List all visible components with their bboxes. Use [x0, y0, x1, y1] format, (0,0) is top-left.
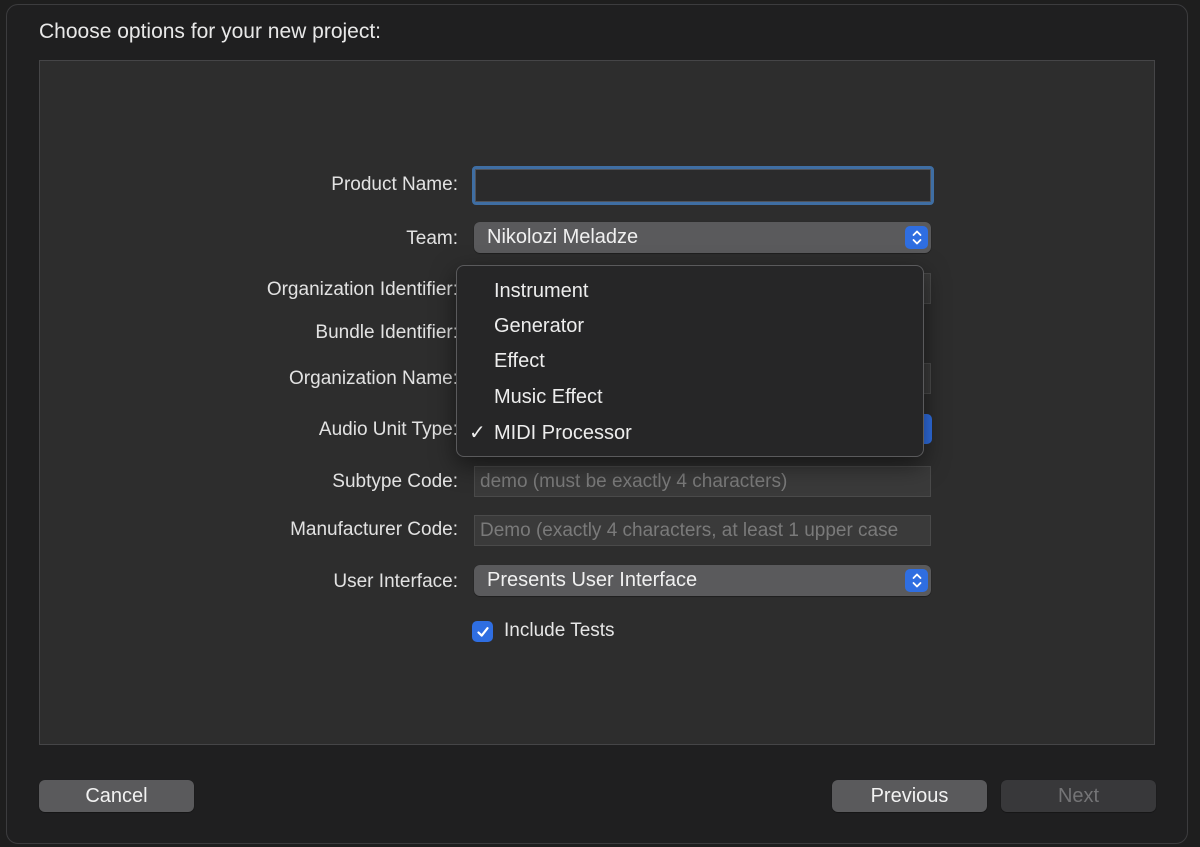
manufacturer-code-field[interactable]: Demo (exactly 4 characters, at least 1 u… [474, 515, 931, 546]
menu-item-label: Instrument [494, 280, 589, 302]
include-tests-label: Include Tests [504, 620, 615, 641]
team-value: Nikolozi Meladze [487, 226, 639, 248]
menu-item-instrument[interactable]: Instrument [457, 274, 923, 309]
audio-unit-type-label: Audio Unit Type: [318, 419, 458, 440]
menu-item-label: MIDI Processor [494, 422, 632, 444]
user-interface-value: Presents User Interface [487, 569, 698, 591]
organization-name-label: Organization Name: [289, 368, 458, 389]
user-interface-label: User Interface: [333, 571, 458, 592]
menu-item-generator[interactable]: Generator [457, 309, 923, 344]
menu-item-midi-processor[interactable]: ✓ MIDI Processor [457, 416, 923, 451]
checkmark-icon: ✓ [469, 422, 486, 444]
audio-unit-type-popup[interactable] [924, 414, 932, 444]
menu-item-label: Effect [494, 350, 545, 372]
user-interface-popup[interactable]: Presents User Interface [474, 565, 931, 596]
menu-item-music-effect[interactable]: Music Effect [457, 380, 923, 415]
menu-item-label: Music Effect [494, 386, 603, 408]
team-popup[interactable]: Nikolozi Meladze [474, 222, 931, 253]
manufacturer-code-label: Manufacturer Code: [290, 519, 458, 540]
organization-name-field[interactable] [924, 363, 931, 394]
subtype-code-field[interactable]: demo (must be exactly 4 characters) [474, 466, 931, 497]
checkmark-icon [476, 626, 489, 637]
product-name-label: Product Name: [331, 174, 458, 195]
up-down-chevron-icon [905, 226, 928, 249]
menu-item-effect[interactable]: Effect [457, 344, 923, 379]
product-name-field[interactable] [472, 166, 934, 205]
up-down-chevron-icon [905, 569, 928, 592]
cancel-button[interactable]: Cancel [39, 780, 194, 812]
menu-item-label: Generator [494, 315, 585, 337]
bundle-identifier-label: Bundle Identifier: [315, 322, 458, 343]
organization-identifier-field[interactable] [924, 273, 931, 304]
next-button[interactable]: Next [1001, 780, 1156, 812]
previous-button[interactable]: Previous [832, 780, 987, 812]
dialog-title: Choose options for your new project: [39, 20, 382, 43]
team-label: Team: [406, 228, 458, 249]
organization-identifier-label: Organization Identifier: [266, 279, 458, 300]
audio-unit-type-menu: Instrument Generator Effect Music Effect… [456, 265, 924, 457]
include-tests-checkbox[interactable] [472, 621, 493, 642]
subtype-code-label: Subtype Code: [332, 471, 458, 492]
